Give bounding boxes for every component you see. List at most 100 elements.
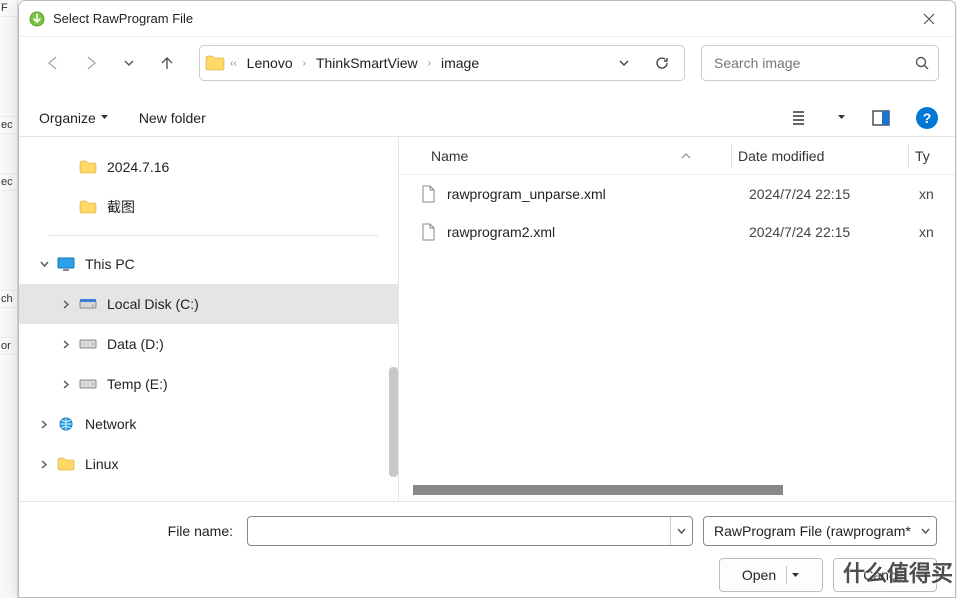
chevron-right-icon[interactable] [57, 300, 75, 309]
file-icon [419, 184, 437, 204]
chevron-right-icon[interactable] [57, 380, 75, 389]
chevron-down-icon[interactable] [35, 260, 53, 269]
folder-icon [57, 455, 75, 473]
breadcrumb-image[interactable]: image [435, 51, 485, 75]
folder-icon [204, 52, 226, 74]
obscured-background-panel: Fecec chor [0, 0, 18, 598]
column-divider [731, 145, 732, 167]
column-divider [908, 145, 909, 167]
file-type: xn [919, 224, 934, 240]
chevron-right-icon[interactable] [35, 420, 53, 429]
cancel-button[interactable]: Cancel [833, 558, 937, 592]
dialog-body: 2024.7.16 截图 This PC Local Disk (C:) [19, 137, 955, 501]
view-options-dropdown[interactable] [833, 104, 849, 132]
filename-combobox[interactable] [247, 516, 693, 546]
chevron-right-icon: › [426, 58, 433, 69]
forward-button[interactable] [75, 47, 107, 79]
tree-label: Linux [85, 456, 118, 472]
column-date-header[interactable]: Date modified [738, 148, 908, 164]
folder-icon [79, 198, 97, 216]
drive-icon [79, 295, 97, 313]
search-box[interactable] [701, 45, 939, 81]
cancel-label: Cancel [863, 567, 907, 583]
tree-this-pc[interactable]: This PC [19, 244, 398, 284]
filter-label: RawProgram File (rawprogram* [714, 523, 911, 539]
breadcrumb-thinksmartview[interactable]: ThinkSmartView [310, 51, 424, 75]
help-button[interactable]: ? [913, 104, 941, 132]
navigation-row: ‹‹ Lenovo › ThinkSmartView › image [19, 37, 955, 99]
dialog-footer: File name: RawProgram File (rawprogram* … [19, 501, 955, 597]
file-date: 2024/7/24 22:15 [749, 224, 919, 240]
split-dropdown-icon[interactable] [791, 571, 800, 580]
organize-label: Organize [39, 110, 96, 126]
tree-label: Network [85, 416, 136, 432]
column-headers: Name Date modified Ty [399, 137, 955, 175]
recent-locations-button[interactable] [113, 47, 145, 79]
chevron-right-icon: ‹‹ [228, 58, 239, 69]
tree-linux[interactable]: Linux [19, 444, 398, 484]
file-name: rawprogram2.xml [447, 224, 749, 240]
address-bar[interactable]: ‹‹ Lenovo › ThinkSmartView › image [199, 45, 685, 81]
tree-label: 2024.7.16 [107, 159, 169, 175]
open-label: Open [742, 567, 776, 583]
organize-menu[interactable]: Organize [33, 106, 115, 130]
search-icon[interactable] [914, 55, 930, 71]
file-list-pane: Name Date modified Ty rawprogram_unparse… [399, 137, 955, 501]
file-date: 2024/7/24 22:15 [749, 186, 919, 202]
navigation-tree[interactable]: 2024.7.16 截图 This PC Local Disk (C:) [19, 137, 399, 501]
breadcrumb-lenovo[interactable]: Lenovo [241, 51, 299, 75]
chevron-right-icon: › [301, 58, 308, 69]
back-button[interactable] [37, 47, 69, 79]
open-button[interactable]: Open [719, 558, 823, 592]
file-name: rawprogram_unparse.xml [447, 186, 749, 202]
file-row[interactable]: rawprogram2.xml 2024/7/24 22:15 xn [399, 213, 955, 251]
chevron-right-icon[interactable] [57, 340, 75, 349]
tree-label: This PC [85, 256, 135, 272]
tree-drive-c[interactable]: Local Disk (C:) [19, 284, 398, 324]
search-input[interactable] [714, 55, 914, 71]
tree-folder-screenshots[interactable]: 截图 [19, 187, 398, 227]
tree-label: Local Disk (C:) [107, 296, 199, 312]
tree-divider [49, 235, 378, 236]
column-type-header[interactable]: Ty [915, 148, 955, 164]
help-icon: ? [916, 107, 938, 129]
tree-scrollbar[interactable] [389, 367, 398, 477]
tree-drive-d[interactable]: Data (D:) [19, 324, 398, 364]
file-open-dialog: Select RawProgram File ‹‹ Lenovo › Think… [18, 0, 956, 598]
column-name-header[interactable]: Name [431, 148, 731, 164]
filename-label: File name: [37, 523, 237, 539]
drive-icon [79, 375, 97, 393]
file-row[interactable]: rawprogram_unparse.xml 2024/7/24 22:15 x… [399, 175, 955, 213]
network-icon [57, 415, 75, 433]
address-dropdown-button[interactable] [608, 47, 640, 79]
file-type-filter[interactable]: RawProgram File (rawprogram* [703, 516, 937, 546]
tree-drive-e[interactable]: Temp (E:) [19, 364, 398, 404]
dialog-title: Select RawProgram File [53, 11, 907, 26]
preview-pane-button[interactable] [867, 104, 895, 132]
file-type: xn [919, 186, 934, 202]
refresh-button[interactable] [646, 47, 678, 79]
file-icon [419, 222, 437, 242]
tree-label: Temp (E:) [107, 376, 168, 392]
tree-label: 截图 [107, 197, 135, 217]
new-folder-label: New folder [139, 110, 206, 126]
tree-network[interactable]: Network [19, 404, 398, 444]
new-folder-button[interactable]: New folder [133, 106, 212, 130]
tree-folder-2024-7-16[interactable]: 2024.7.16 [19, 147, 398, 187]
chevron-right-icon[interactable] [35, 460, 53, 469]
filename-input[interactable] [248, 523, 670, 539]
folder-icon [79, 158, 97, 176]
drive-icon [79, 335, 97, 353]
close-button[interactable] [907, 2, 951, 36]
sort-asc-icon [681, 153, 691, 159]
view-options-button[interactable] [787, 104, 815, 132]
titlebar: Select RawProgram File [19, 1, 955, 37]
toolbar: Organize New folder ? [19, 99, 955, 137]
pc-icon [57, 255, 75, 273]
tree-label: Data (D:) [107, 336, 164, 352]
up-button[interactable] [151, 47, 183, 79]
horizontal-scrollbar[interactable] [413, 485, 783, 495]
app-icon [29, 11, 45, 27]
chevron-down-icon [921, 527, 930, 536]
filename-dropdown-button[interactable] [670, 517, 692, 545]
